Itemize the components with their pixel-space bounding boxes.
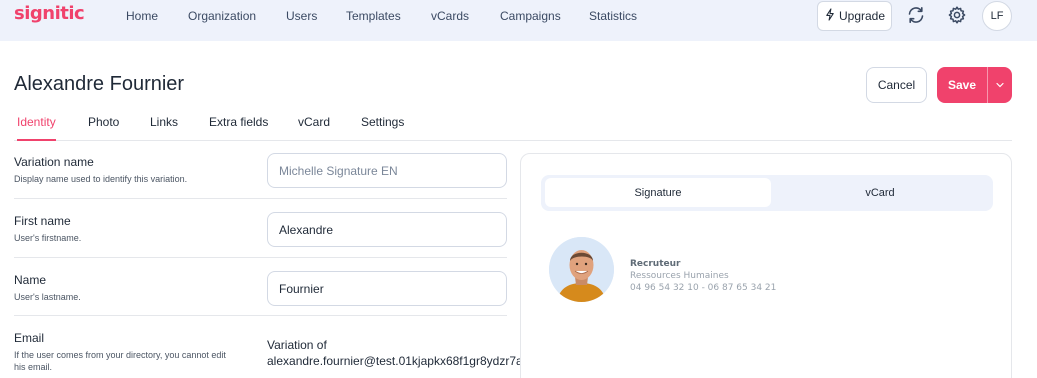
nav-item-vcards[interactable]: vCards [431, 9, 469, 23]
variation-name-help: Display name used to identify this varia… [14, 174, 188, 184]
tab-vcard[interactable]: vCard [298, 115, 330, 141]
email-help-line-2: his email. [14, 362, 53, 372]
save-options-dropdown[interactable] [987, 67, 1012, 103]
top-navigation-bar: signitic Home Organization Users Templat… [0, 0, 1037, 41]
preview-segmented-control: Signature vCard [541, 175, 993, 211]
name-help: User's lastname. [14, 292, 81, 302]
variation-name-input[interactable] [267, 153, 507, 188]
first-name-label: First name [14, 214, 71, 228]
gear-icon[interactable] [946, 4, 968, 26]
tab-extra-fields[interactable]: Extra fields [209, 115, 268, 141]
variation-name-label: Variation name [14, 155, 94, 169]
variation-of-label: Variation of [267, 338, 327, 352]
divider [14, 257, 507, 258]
tab-vcard-preview[interactable]: vCard [771, 178, 989, 207]
nav-item-templates[interactable]: Templates [346, 9, 401, 23]
email-value: alexandre.fournier@test.01kjapkx68f1gr8y… [267, 354, 520, 368]
user-avatar-button[interactable]: LF [982, 1, 1012, 31]
save-button-group: Save [937, 67, 1012, 103]
chevron-down-icon [996, 82, 1004, 88]
signature-role: Recruteur [630, 259, 681, 269]
tab-links[interactable]: Links [150, 115, 178, 141]
email-help-line-1: If the user comes from your directory, y… [14, 350, 226, 360]
upgrade-button[interactable]: Upgrade [817, 1, 892, 31]
first-name-input[interactable] [267, 212, 507, 247]
cancel-button[interactable]: Cancel [866, 67, 927, 103]
signitic-logo[interactable]: signitic [14, 3, 85, 24]
save-button[interactable]: Save [937, 67, 987, 103]
divider [14, 315, 507, 316]
upgrade-label: Upgrade [838, 9, 886, 23]
profile-tabs: Identity Photo Links Extra fields vCard … [14, 111, 1012, 141]
tab-settings[interactable]: Settings [361, 115, 404, 141]
signature-department: Ressources Humaines [630, 271, 729, 281]
divider [14, 198, 507, 199]
signature-phones: 04 96 54 32 10 - 06 87 65 34 21 [630, 283, 777, 293]
email-label: Email [14, 331, 45, 345]
nav-item-home[interactable]: Home [126, 9, 158, 23]
nav-item-organization[interactable]: Organization [188, 9, 256, 23]
nav-item-users[interactable]: Users [286, 9, 317, 23]
first-name-row: First name User's firstname. [14, 212, 507, 252]
name-row: Name User's lastname. [14, 271, 507, 311]
nav-item-campaigns[interactable]: Campaigns [500, 9, 561, 23]
name-label: Name [14, 273, 47, 287]
name-input[interactable] [267, 271, 507, 306]
sync-icon[interactable] [905, 4, 927, 26]
tab-identity[interactable]: Identity [17, 115, 56, 141]
signature-preview-card: Signature vCard Recruteur Ressources Hum… [520, 153, 1012, 378]
bolt-icon [824, 8, 836, 24]
page-title: Alexandre Fournier [14, 73, 185, 95]
first-name-help: User's firstname. [14, 233, 82, 243]
email-row: Email If the user comes from your direct… [14, 330, 520, 378]
tab-signature-preview[interactable]: Signature [545, 178, 771, 207]
profile-photo [549, 237, 614, 302]
nav-item-statistics[interactable]: Statistics [589, 9, 637, 23]
variation-name-row: Variation name Display name used to iden… [14, 153, 507, 198]
tab-photo[interactable]: Photo [88, 115, 119, 141]
